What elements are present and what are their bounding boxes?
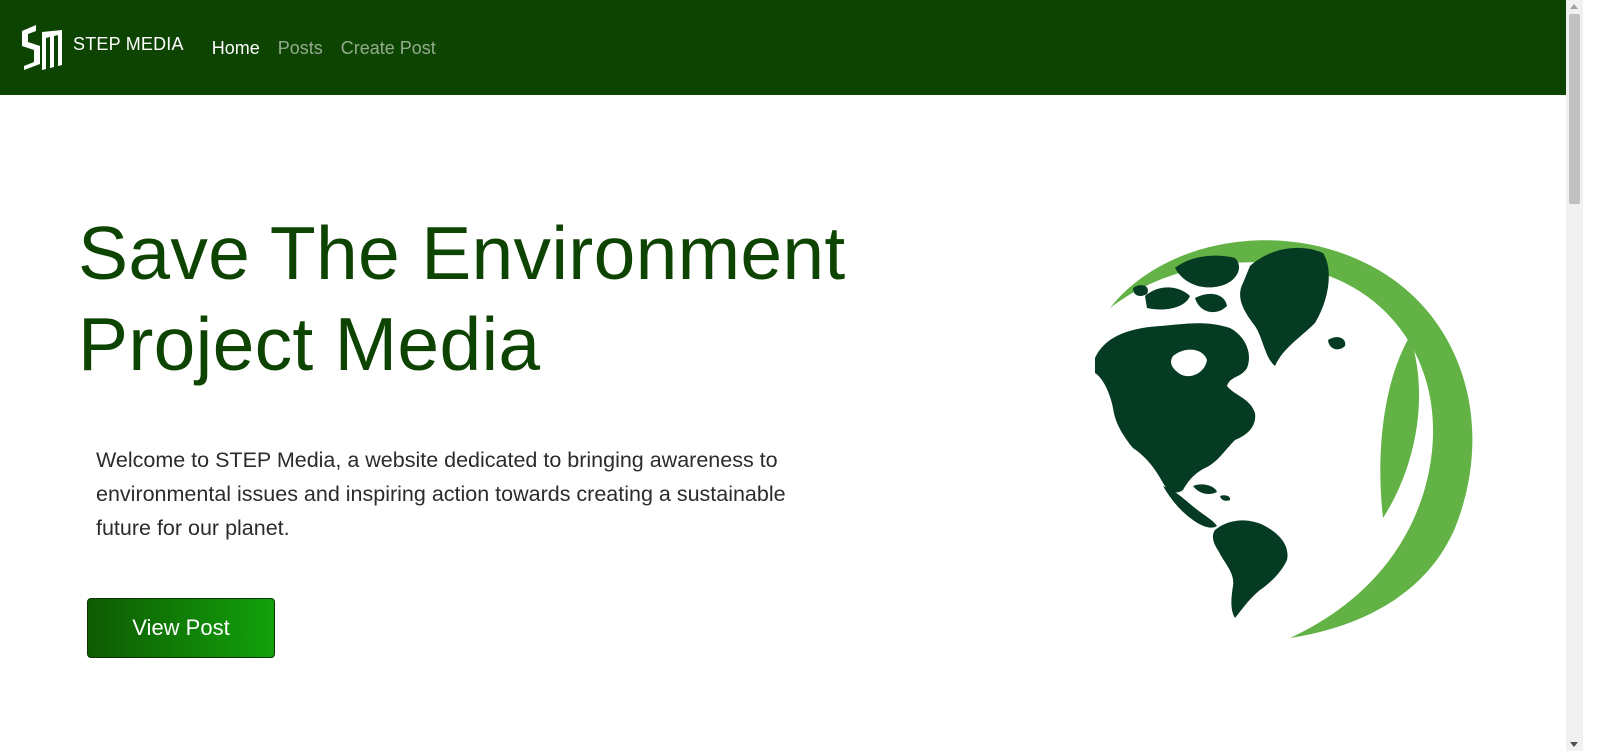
- vertical-scrollbar[interactable]: [1566, 0, 1583, 751]
- view-post-button[interactable]: View Post: [87, 598, 275, 658]
- brand-link[interactable]: STEP MEDIA: [20, 0, 184, 95]
- nav-link-posts[interactable]: Posts: [278, 38, 323, 59]
- hero-description: Welcome to STEP Media, a website dedicat…: [96, 448, 786, 540]
- scroll-down-arrow-icon[interactable]: [1570, 742, 1578, 747]
- brand-text: STEP MEDIA: [73, 34, 184, 54]
- nav-link-create-post[interactable]: Create Post: [341, 38, 436, 59]
- navbar: STEP MEDIA Home Posts Create Post: [0, 0, 1583, 95]
- nav-links: Home Posts Create Post: [212, 38, 454, 59]
- step-media-logo-icon: [22, 24, 62, 70]
- hero-title-line-1: Save The Environment: [78, 211, 846, 295]
- scrollbar-thumb[interactable]: [1569, 14, 1580, 204]
- page: STEP MEDIA Home Posts Create Post Save T…: [0, 0, 1583, 751]
- hero-title: Save The Environment Project Media: [78, 208, 846, 390]
- scroll-up-arrow-icon[interactable]: [1570, 4, 1578, 9]
- nav-link-home[interactable]: Home: [212, 38, 260, 59]
- globe-leaf-illustration-icon: [1095, 240, 1473, 638]
- hero-title-line-2: Project Media: [78, 302, 541, 386]
